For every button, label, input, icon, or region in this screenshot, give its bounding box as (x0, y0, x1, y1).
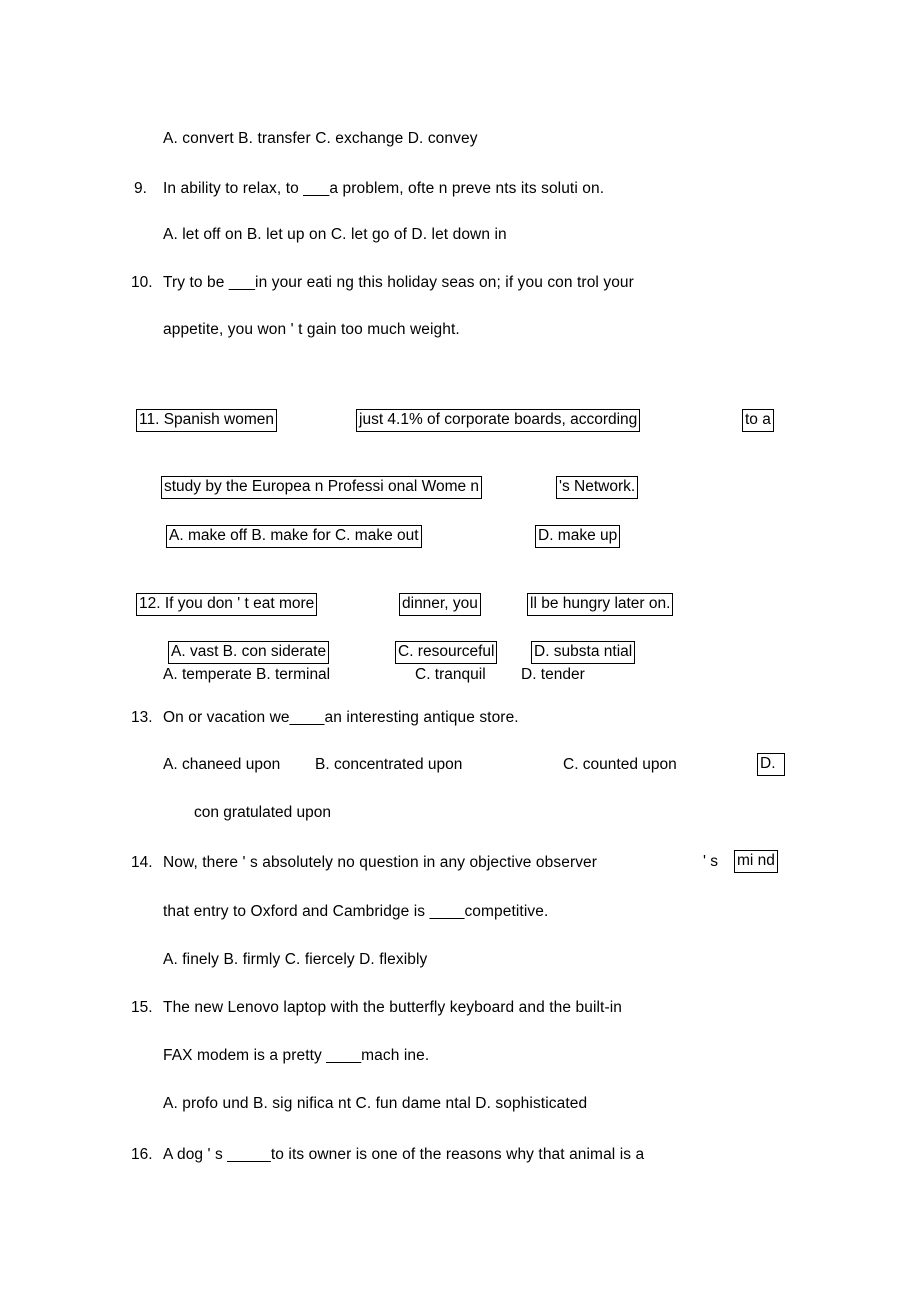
q13-stem: On or vacation we____an interesting anti… (163, 709, 519, 726)
q14-stem-line-1-tail: ' s (703, 853, 719, 870)
q15-stem-line-1: The new Lenovo laptop with the butterfly… (163, 999, 622, 1016)
q13-option-c: C. counted upon (563, 756, 677, 773)
q14-number: 14. (131, 854, 153, 871)
q11-stem-box-2: just 4.1% of corporate boards, according (356, 409, 641, 432)
q16-stem: A dog ' s _____to its owner is one of th… (163, 1146, 645, 1163)
q11-stem-box-4: study by the Europea n Professi onal Wom… (161, 476, 483, 499)
q14-stem-line-2: that entry to Oxford and Cambridge is __… (163, 903, 549, 920)
q12-options-box-1: A. vast B. con siderate (168, 641, 330, 664)
q13-number: 13. (131, 709, 153, 726)
q11-stem-box-5: 's Network. (556, 476, 639, 499)
q12-plain-options-3: D. tender (521, 666, 585, 683)
q10-stem-line-1: Try to be ___in your eati ng this holida… (163, 274, 634, 291)
q14-stem-line-1: Now, there ' s absolutely no question in… (163, 854, 598, 871)
q15-options: A. profo und B. sig nifica nt C. fun dam… (163, 1095, 588, 1112)
q12-stem-box-1: 12. If you don ' t eat more (136, 593, 318, 616)
q9-stem: In ability to relax, to ___a problem, of… (163, 180, 605, 197)
q11-options-box-2: D. make up (535, 525, 621, 548)
q13-option-d-box: D. (757, 753, 785, 776)
q12-stem-box-2: dinner, you (399, 593, 481, 616)
q14-stem-mind-box: mi nd (734, 850, 778, 873)
q16-number: 16. (131, 1146, 153, 1163)
q11-stem-box-3: to a (742, 409, 774, 432)
q15-stem-line-2: FAX modem is a pretty ____mach ine. (163, 1047, 430, 1064)
q12-options-box-3: D. substa ntial (531, 641, 636, 664)
q11-options-box-1: A. make off B. make for C. make out (166, 525, 422, 548)
q12-options-box-2: C. resourceful (395, 641, 498, 664)
q11-stem-box-1: 11. Spanish women (136, 409, 277, 432)
q13-option-b: B. concentrated upon (315, 756, 463, 773)
q9-number: 9. (134, 180, 147, 197)
q12-plain-options-2: C. tranquil (415, 666, 486, 683)
q12-stem-box-3: ll be hungry later on. (527, 593, 674, 616)
q13-option-a: A. chaneed upon (163, 756, 281, 773)
q14-options: A. finely B. firmly C. fiercely D. flexi… (163, 951, 428, 968)
q9-options: A. let off on B. let up on C. let go of … (163, 226, 507, 243)
document-page: A. convert B. transfer C. exchange D. co… (0, 0, 920, 1303)
q12-plain-options-1: A. temperate B. terminal (163, 666, 331, 683)
q8-options-line: A. convert B. transfer C. exchange D. co… (163, 130, 478, 147)
q10-stem-line-2: appetite, you won ' t gain too much weig… (163, 321, 460, 338)
q13-option-d-continued: con gratulated upon (194, 804, 332, 821)
q15-number: 15. (131, 999, 153, 1016)
q10-number: 10. (131, 274, 153, 291)
